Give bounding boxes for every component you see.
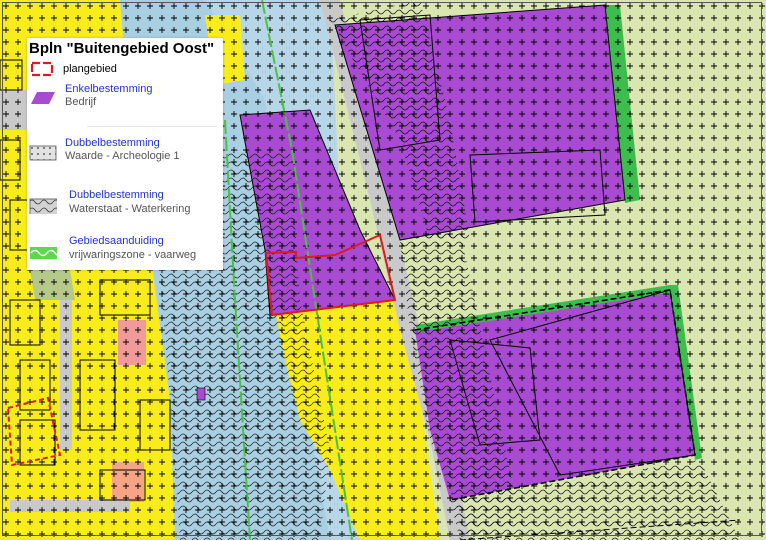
- legend-label-plangebied: plangebied: [63, 63, 117, 75]
- legend-sublabel-vrijwaringszone: vrijwaringszone - vaarweg: [69, 249, 197, 261]
- small-bedrijf: [196, 387, 206, 401]
- legend-sublabel-waterkering: Waterstaat - Waterkering: [69, 203, 191, 215]
- legend-label-gebiedsaanduiding: Gebiedsaanduiding: [69, 235, 164, 247]
- legend-separator: [87, 126, 217, 127]
- legend-label-enkelbestemming: Enkelbestemming: [65, 83, 153, 95]
- plangebied-outline-icon: [30, 61, 54, 77]
- bedrijf-swatch-icon: [31, 92, 55, 104]
- legend-label-dubbelbestemming-1: Dubbelbestemming: [65, 137, 160, 149]
- waterkering-swatch-icon: [29, 198, 57, 214]
- legend-label-dubbelbestemming-2: Dubbelbestemming: [69, 189, 164, 201]
- vrijwaringszone-swatch-icon: [30, 247, 57, 259]
- legend-sublabel-archeologie: Waarde - Archeologie 1: [65, 150, 180, 162]
- archeologie-swatch-icon: [29, 145, 57, 161]
- legend-title: Bpln "Buitengebied Oost": [29, 40, 215, 57]
- map-legend: Bpln "Buitengebied Oost" plangebied Enke…: [27, 38, 223, 270]
- legend-sublabel-bedrijf: Bedrijf: [65, 96, 97, 108]
